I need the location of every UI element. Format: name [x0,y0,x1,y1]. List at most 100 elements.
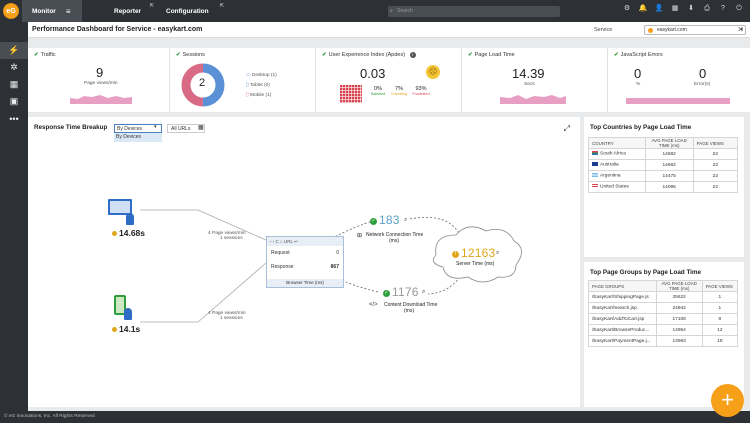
pagegroups-table: PAGE GROUPS AVG PAGE LOAD TIME (ms) PAGE V… [588,280,739,347]
bell-icon[interactable]: 🔔 [638,4,648,14]
country-name: United States [600,184,629,190]
desktop-icon: ▭ [246,73,251,78]
top-navbar: eG Monitor ≡ Reporter ⇱ Configuration ⇱ Sea… [0,0,750,22]
network-icon: ⊞ [357,233,363,239]
group-cell: /EasyKart/Search.jsp [588,302,657,314]
sessions-title: ✔ Sessions [176,52,205,58]
browser-urlbar: ‹ › C ⌂ URL ↩ [267,237,343,246]
print-icon[interactable]: ⎙ [702,4,712,14]
sidebar-item-grid[interactable]: ▦ [0,76,28,93]
views-cell: 12 [701,324,739,336]
traffic-kpi[interactable]: ✔ Traffic 9 Page views/min [28,48,170,112]
col-page-groups: PAGE GROUPS [588,280,657,292]
legend-mobile-count: (1) [265,93,272,98]
legend-tablet-label: Tablet [249,83,263,88]
sessions-kpi[interactable]: ✔ Sessions 2 ▭ Desktop (1) ▯ Tablet (0) ▯… [170,48,316,112]
service-select[interactable]: easykart.com [644,25,746,35]
views-cell: 8 [701,313,739,325]
table-row[interactable]: United States 14095 22 [588,181,739,193]
legend-mobile: ▯ Mobile (1) [246,93,271,98]
power-icon[interactable]: ⏻ [734,4,744,14]
tab-reporter-label: Reporter [114,7,142,15]
frustrated-face-icon: ☹ [426,65,440,79]
flag-icon [592,162,598,167]
grid-icon[interactable]: ▦ [670,4,680,14]
request-label: Request [271,250,290,256]
tab-reporter[interactable]: Reporter ⇱ [104,0,156,22]
zoom-icon[interactable]: ⌕ [496,250,499,257]
views-cell: 22 [692,148,739,160]
close-icon[interactable]: ✕ [737,25,744,34]
table-row[interactable]: Australia 14682 22 [588,159,739,171]
satisfied-label: Satisfied [370,92,386,96]
page-title: Performance Dashboard for Service - easy… [32,26,203,33]
plt-title: ✔ Page Load Time [468,52,515,58]
menu-icon[interactable]: ≡ [66,7,71,16]
tab-monitor[interactable]: Monitor ≡ [22,0,82,22]
sidebar-item-monitor[interactable]: ▣ [0,93,28,110]
table-row[interactable]: Argentina 14475 22 [588,170,739,182]
country-name: South Africa [600,151,626,157]
footer: © eG Innovations, Inc. All Rights Reserv… [0,411,750,423]
person-icon [126,213,134,225]
request-value: 0 [336,250,339,256]
download-icon[interactable]: ⬇ [686,4,696,14]
time-cell: 14682 [644,159,694,171]
code-icon: </> [369,302,378,308]
plt-unit: Secs [524,82,535,87]
apdex-satisfied: 0% Satisfied [370,86,386,96]
sidebar: ⚡ ✲ ▦ ▣ ••• [0,22,28,423]
time-cell: 14954 [655,324,703,336]
table-row[interactable]: /EasyKart/ShippingPage.js 25622 1 [588,291,739,303]
sessions-title-text: Sessions [182,52,205,58]
sidebar-item-dashboard[interactable]: ⚡ [0,42,28,59]
zoom-icon[interactable]: ⌕ [404,217,407,224]
table-header: COUNTRY AVG PAGE LOAD TIME (ms) PAGE VIEWS [588,137,739,149]
zoom-icon[interactable]: ⌕ [422,289,425,296]
browser-footer: Browser Time (ms) [267,279,343,287]
response-time-breakup-panel: Response Time Breakup By Devices ▾ By De… [28,117,580,407]
warning-dot-icon [112,231,117,236]
col-avg-time: AVG PAGE LOAD TIME (ms) [644,137,694,149]
download-time-value: 1176 [392,285,419,299]
tab-configuration-label: Configuration [166,7,209,15]
warning-dot-icon: ! [452,251,459,258]
request-row: Request 0 [271,250,339,256]
help-icon[interactable]: ? [718,4,728,14]
add-button[interactable]: + [711,384,744,417]
sidebar-item-more[interactable]: ••• [0,110,28,127]
country-cell: United States [588,181,646,193]
browser-box[interactable]: ‹ › C ⌂ URL ↩ Request 0 Response 867 Brows… [266,236,344,288]
network-unit: (ms) [389,238,399,244]
flag-icon [592,173,598,178]
tab-configuration[interactable]: Configuration ⇱ [156,0,226,22]
desktop-time-value: 14.68s [119,228,145,238]
table-row[interactable]: /EasyKart/AddToCart.jsp 17108 8 [588,313,739,325]
js-title: ✔ JavaScript Errors [614,52,663,58]
external-link-icon: ⇱ [149,3,154,9]
table-row[interactable]: /EasyKart/BrowseProduc... 14954 12 [588,324,739,336]
group-cell: /EasyKart/ShippingPage.js [588,291,657,303]
traffic-title-text: Traffic [40,52,56,58]
page-load-time-kpi[interactable]: ✔ Page Load Time 14.39 Secs [462,48,608,112]
sidebar-item-network[interactable]: ✲ [0,59,28,76]
pagegroups-title: Top Page Groups by Page Load Time [590,269,702,276]
table-row[interactable]: /EasyKart/Search.jsp 24942 1 [588,302,739,314]
views-cell: 22 [692,159,739,171]
group-cell: /EasyKart/PaymentPage.j... [588,335,657,347]
table-row[interactable]: South Africa 14682 22 [588,148,739,160]
flag-icon [592,184,598,189]
col-page-views: PAGE VIEWS [701,280,739,292]
table-row[interactable]: /EasyKart/PaymentPage.j... 13983 18 [588,335,739,347]
javascript-errors-kpi[interactable]: ✔ JavaScript Errors 0 % 0 Error(s) [608,48,750,112]
eg-logo[interactable]: eG [3,3,19,19]
apdex-kpi[interactable]: ✔ User Experience Index (Apdex) i 0.03 ☹ … [316,48,462,112]
info-icon[interactable]: i [409,52,416,58]
user-icon[interactable]: 👤 [654,4,664,14]
gear-icon[interactable]: ⚙ [622,4,632,14]
mobile-time: 14.1s [112,324,140,334]
search-input[interactable]: Search [388,6,560,17]
apdex-tolerating: 7% Tolerating [390,86,408,96]
time-cell: 17108 [655,313,703,325]
network-time-value: 183 [379,213,400,227]
